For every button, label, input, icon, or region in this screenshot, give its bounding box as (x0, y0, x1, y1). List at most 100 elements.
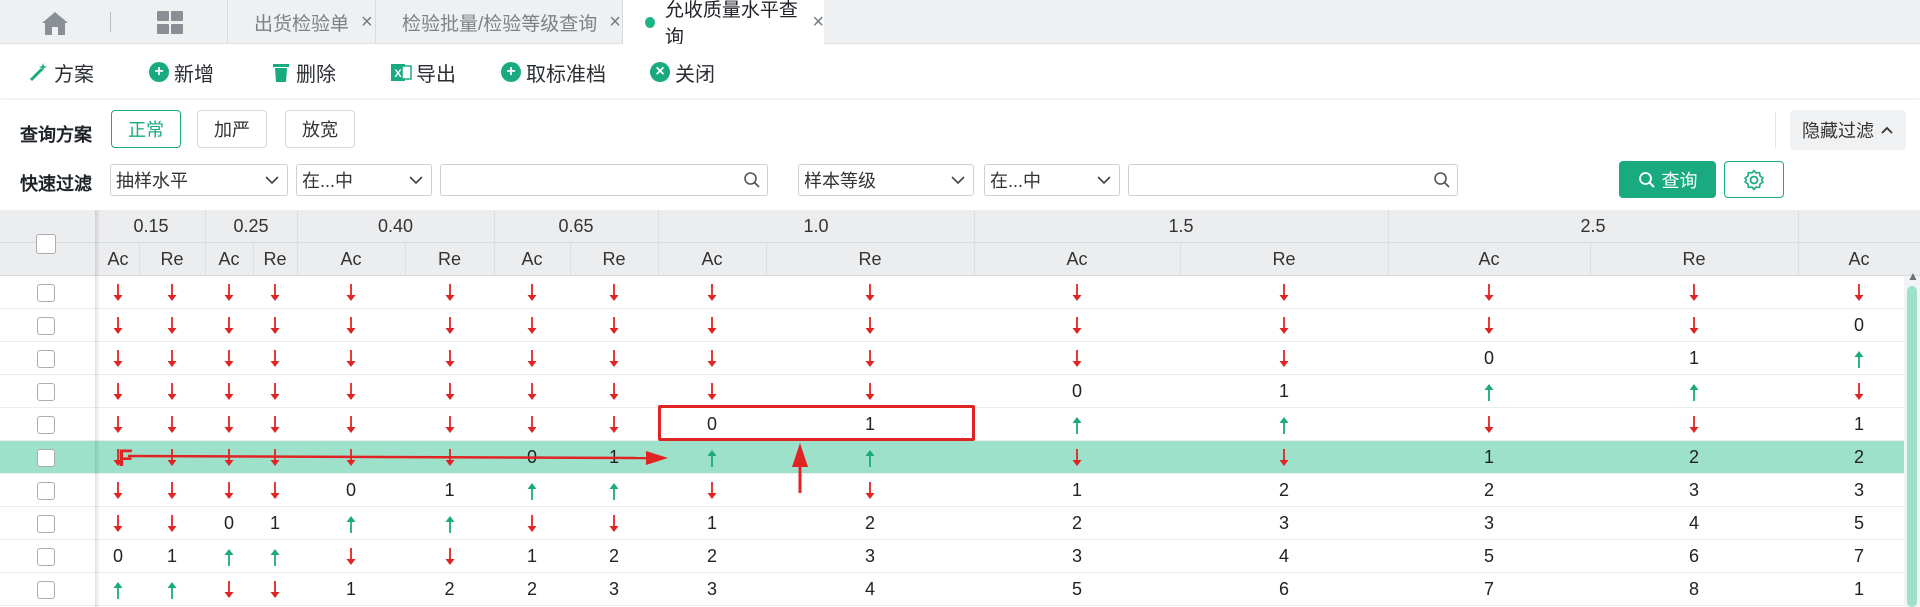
table-cell: 6 (1688, 546, 1699, 566)
plan-normal-button[interactable]: 正常 (111, 110, 181, 148)
tab-aql-query[interactable]: 允收质量水平查询 × (622, 0, 824, 48)
arrow-up-icon (974, 408, 1180, 441)
close-button[interactable]: × 关闭 (649, 58, 715, 86)
table-cell: 3 (608, 579, 619, 599)
filter-field-select-2[interactable]: 样本等级 (798, 164, 974, 196)
scrollbar-thumb[interactable] (1907, 286, 1917, 607)
table-cell: 2 (608, 546, 619, 566)
wand-icon (28, 61, 50, 83)
plus-circle-icon: + (148, 61, 170, 83)
table-row[interactable]: 0 1 1 2 2 3 3 4 5 (0, 507, 1920, 540)
arrow-down-icon (974, 441, 1180, 474)
row-checkbox[interactable] (37, 350, 55, 368)
filter-operator-select-1[interactable]: 在...中 (296, 164, 432, 196)
delete-label: 删除 (296, 63, 336, 86)
arrow-down-icon (658, 342, 766, 375)
arrow-up-icon (1590, 375, 1798, 408)
arrow-down-icon (97, 507, 139, 540)
table-row[interactable]: 01 (0, 375, 1920, 408)
arrow-down-icon (494, 342, 570, 375)
query-button[interactable]: 查询 (1619, 161, 1716, 198)
table-cell: 0 (1483, 348, 1494, 368)
table-row[interactable] (0, 276, 1920, 309)
vertical-scrollbar[interactable]: ▲ (1904, 269, 1920, 607)
arrow-down-icon (1590, 408, 1798, 441)
arrow-down-icon (253, 441, 297, 474)
column-header: Ac (107, 249, 129, 269)
arrow-down-icon (297, 375, 405, 408)
unstandard-button[interactable]: + 取标准档 (500, 58, 606, 86)
table-row[interactable]: 01 (0, 342, 1920, 375)
table-cell: 3 (706, 579, 717, 599)
scroll-up-icon[interactable]: ▲ (1907, 269, 1919, 283)
table-row[interactable]: 0 1 1 2 2 3 3 (0, 474, 1920, 507)
plan-tightened-button[interactable]: 加严 (197, 110, 267, 148)
table-cell: 1 (444, 480, 455, 500)
search-icon[interactable] (743, 171, 761, 189)
arrow-down-icon (205, 342, 253, 375)
scheme-button[interactable]: 方案 (28, 58, 94, 86)
table-row[interactable]: 1 2 2 3 3 4 5 6 7 8 1 (0, 573, 1920, 606)
arrow-down-icon (570, 309, 658, 342)
row-checkbox[interactable] (37, 548, 55, 566)
close-icon[interactable]: × (609, 11, 621, 34)
row-checkbox[interactable] (37, 449, 55, 467)
filter-value-input-1[interactable] (440, 164, 768, 196)
chevron-up-icon (1881, 126, 1893, 134)
arrow-down-icon (494, 309, 570, 342)
filter-field-value: 抽样水平 (116, 171, 188, 191)
arrow-down-icon (658, 375, 766, 408)
arrow-up-icon (1798, 342, 1920, 375)
arrow-down-icon (97, 309, 139, 342)
row-checkbox[interactable] (37, 581, 55, 599)
table-cell: 1 (345, 579, 356, 599)
hide-filter-button[interactable]: 隐藏过滤 (1790, 110, 1906, 150)
filter-field-value: 样本等级 (804, 171, 876, 191)
arrow-up-icon (766, 441, 974, 474)
settings-button[interactable] (1724, 161, 1784, 198)
arrow-down-icon (766, 375, 974, 408)
export-button[interactable]: X 导出 (390, 58, 456, 86)
filter-operator-select-2[interactable]: 在...中 (984, 164, 1120, 196)
arrow-down-icon (297, 276, 405, 309)
row-checkbox[interactable] (37, 284, 55, 302)
close-icon[interactable]: × (812, 11, 824, 34)
group-header (1798, 210, 1920, 243)
plan-reduced-button[interactable]: 放宽 (285, 110, 355, 148)
filter-operator-value: 在...中 (990, 171, 1042, 191)
table-cell: 2 (444, 579, 455, 599)
svg-text:X: X (394, 68, 402, 80)
arrow-down-icon (253, 573, 297, 606)
column-header: Ac (1848, 249, 1870, 269)
delete-button[interactable]: 删除 (270, 58, 336, 86)
column-header: Re (858, 249, 882, 269)
row-checkbox[interactable] (37, 482, 55, 500)
tab-batch-level-query[interactable]: 检验批量/检验等级查询 × (375, 0, 622, 44)
row-checkbox[interactable] (37, 515, 55, 533)
row-checkbox[interactable] (37, 383, 55, 401)
arrow-down-icon (253, 408, 297, 441)
filter-field-select-1[interactable]: 抽样水平 (110, 164, 288, 196)
close-icon[interactable]: × (361, 11, 373, 34)
arrow-down-icon (205, 309, 253, 342)
add-button[interactable]: + 新增 (148, 58, 214, 86)
arrow-down-icon (97, 474, 139, 507)
search-icon[interactable] (1433, 171, 1451, 189)
table-cell: 8 (1688, 579, 1699, 599)
table-cell: 0 (223, 513, 234, 533)
scheme-label: 查询方案 (20, 125, 92, 145)
frozen-column-shadow (95, 210, 100, 607)
home-icon[interactable] (38, 9, 72, 37)
table-row[interactable]: 0 (0, 309, 1920, 342)
arrow-down-icon (253, 474, 297, 507)
column-header: Ac (1066, 249, 1088, 269)
table-row[interactable]: 0 1 1 2 2 (0, 441, 1920, 474)
select-all-checkbox[interactable] (36, 234, 56, 254)
filter-value-input-2[interactable] (1128, 164, 1458, 196)
arrow-down-icon (658, 276, 766, 309)
table-row[interactable]: 0 1 1 2 2 3 3 4 5 6 7 (0, 540, 1920, 573)
tab-shipment-inspection[interactable]: 出货检验单 × (227, 0, 375, 44)
row-checkbox[interactable] (37, 416, 55, 434)
apps-grid-icon[interactable] (155, 10, 185, 36)
row-checkbox[interactable] (37, 317, 55, 335)
